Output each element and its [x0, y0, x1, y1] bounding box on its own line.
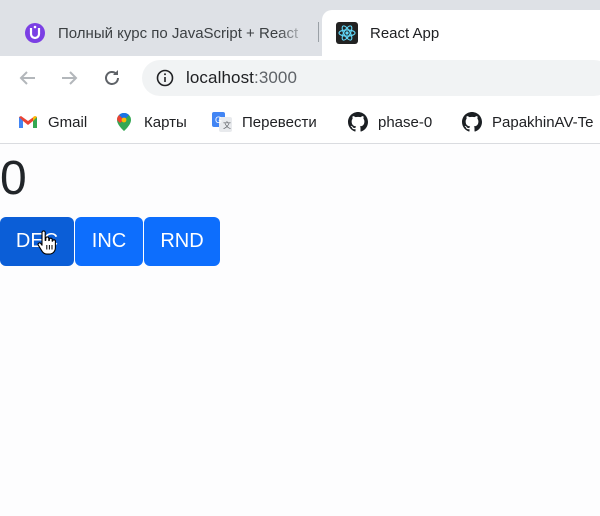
tab-javascript-course[interactable]: Полный курс по JavaScript + React	[0, 10, 318, 56]
forward-button[interactable]	[55, 64, 83, 92]
bookmark-translate[interactable]: G文 Перевести	[212, 111, 317, 133]
bookmark-maps[interactable]: Карты	[114, 111, 187, 133]
maps-icon	[114, 112, 134, 132]
browser-toolbar: localhost:3000	[0, 56, 600, 100]
bookmark-label: PapakhinAV-Te	[492, 113, 594, 131]
url-text: localhost:3000	[186, 68, 297, 88]
url-port: :3000	[254, 68, 298, 87]
tab-react-app[interactable]: React App	[322, 10, 600, 56]
reload-button[interactable]	[98, 64, 126, 92]
gmail-icon	[18, 112, 38, 132]
forward-arrow-icon	[62, 71, 78, 85]
translate-icon: G文	[212, 112, 232, 132]
tab-separator	[318, 22, 319, 42]
back-button[interactable]	[14, 64, 42, 92]
bookmark-label: phase-0	[378, 113, 433, 131]
github-icon	[462, 112, 482, 132]
url-host: localhost	[186, 68, 254, 87]
bookmark-label: Gmail	[48, 113, 88, 131]
back-arrow-icon	[19, 71, 35, 85]
site-info-icon[interactable]	[156, 69, 174, 87]
bookmark-label: Перевести	[242, 113, 317, 131]
ulbi-logo-icon	[24, 22, 46, 44]
tab-strip: Полный курс по JavaScript + React React …	[0, 0, 600, 56]
reload-icon	[105, 70, 119, 85]
bookmarks-bar: Gmail Карты G文 Перевести phase-0 Papakhi…	[0, 100, 600, 144]
svg-text:G: G	[215, 115, 222, 125]
counter-value: 0	[0, 152, 27, 205]
hand-pointer-icon	[37, 230, 56, 255]
rnd-button[interactable]: RND	[144, 217, 220, 266]
address-bar[interactable]: localhost:3000	[142, 60, 600, 96]
svg-text:文: 文	[223, 120, 231, 130]
bookmark-papakhinav[interactable]: PapakhinAV-Te	[462, 111, 593, 133]
bookmark-phase-0[interactable]: phase-0	[348, 111, 432, 133]
tab-title: React App	[370, 24, 440, 42]
react-logo-icon	[336, 22, 358, 44]
bookmark-label: Карты	[144, 113, 187, 131]
bookmark-gmail[interactable]: Gmail	[18, 111, 87, 133]
tab-title: Полный курс по JavaScript + React	[58, 24, 299, 42]
inc-button[interactable]: INC	[75, 217, 143, 266]
button-group: DEC INC RND	[0, 217, 220, 266]
page-content: 0 DEC INC RND	[0, 145, 600, 516]
github-icon	[348, 112, 368, 132]
